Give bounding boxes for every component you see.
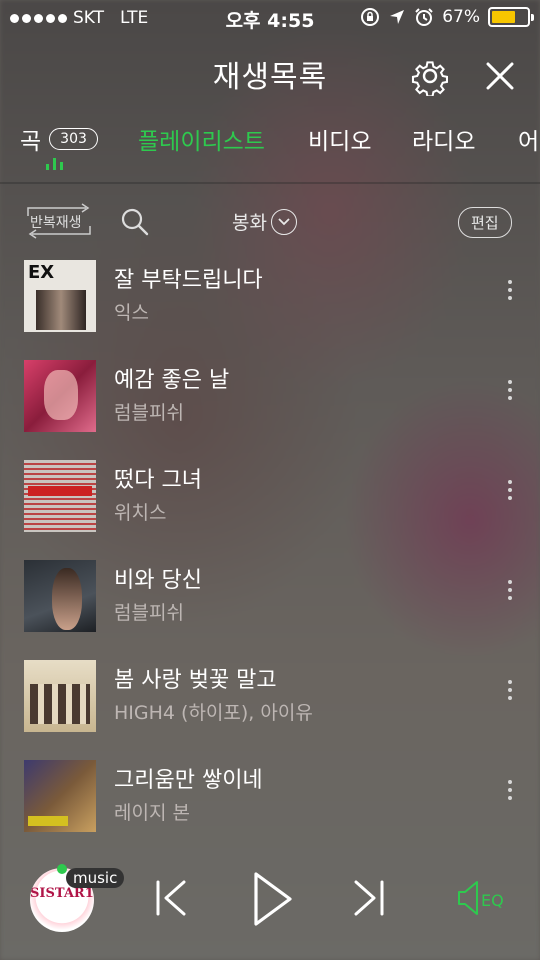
song-title: 비와 당신 (114, 568, 202, 593)
song-row[interactable]: 떴다 그녀 위치스 (0, 458, 540, 558)
cover-text: EX (28, 262, 55, 283)
tab-playlist[interactable]: 플레이리스트 (138, 122, 265, 156)
album-cover (24, 460, 96, 532)
tab-radio[interactable]: 라디오 (412, 122, 475, 156)
song-row[interactable]: 예감 좋은 날 럼블피쉬 (0, 358, 540, 458)
now-playing-eq-icon (46, 158, 63, 170)
song-title: 봄 사랑 벚꽃 말고 (114, 668, 277, 693)
album-cover (24, 360, 96, 432)
rotation-lock-icon (361, 8, 380, 26)
song-count-badge: 303 (49, 128, 98, 150)
song-title: 잘 부탁드립니다 (114, 268, 263, 293)
edit-button[interactable]: 편집 (458, 207, 512, 238)
sort-label: 봉화 (232, 212, 267, 234)
song-artist: 익스 (114, 302, 149, 324)
song-row[interactable]: EX 잘 부탁드립니다 익스 (0, 258, 540, 358)
song-artist: 럼블피쉬 (114, 602, 184, 624)
previous-track-icon[interactable] (150, 878, 190, 918)
song-artist: 레이지 본 (114, 802, 190, 824)
battery-percent: 67% (442, 7, 480, 27)
alarm-icon (415, 8, 433, 26)
repeat-label: 반복재생 (30, 215, 82, 231)
status-bar: SKT LTE 오후 4:55 67% (0, 0, 540, 36)
mini-player: SISTAR19 music EQ (0, 848, 540, 960)
song-title: 그리움만 쌓이네 (114, 768, 263, 793)
battery-level (492, 11, 515, 23)
eq-label: EQ (481, 891, 504, 910)
more-options-icon[interactable] (500, 580, 520, 610)
tab-video[interactable]: 비디오 (308, 122, 371, 156)
more-options-icon[interactable] (500, 680, 520, 710)
chevron-down-icon (270, 208, 297, 235)
song-row[interactable]: 비와 당신 럼블피쉬 (0, 558, 540, 658)
play-icon[interactable] (250, 870, 294, 928)
location-arrow-icon (390, 10, 405, 24)
song-artist: 럼블피쉬 (114, 402, 184, 424)
next-track-icon[interactable] (350, 878, 390, 918)
album-cover (24, 760, 96, 832)
more-options-icon[interactable] (500, 780, 520, 810)
song-row[interactable]: 그리움만 쌓이네 레이지 본 (0, 758, 540, 858)
playing-indicator (57, 864, 67, 874)
album-art-text: SISTAR19 (30, 886, 94, 901)
tab-songs-label: 곡 (20, 129, 42, 155)
music-badge: music (66, 868, 125, 888)
tab-songs[interactable]: 곡 303 (20, 122, 98, 156)
album-cover (24, 560, 96, 632)
battery-icon (488, 7, 534, 27)
album-cover: EX (24, 260, 96, 332)
more-options-icon[interactable] (500, 480, 520, 510)
page-title: 재생목록 (212, 60, 328, 95)
song-artist: HIGH4 (하이포), 아이유 (114, 702, 313, 724)
more-options-icon[interactable] (500, 280, 520, 310)
song-title: 떴다 그녀 (114, 468, 202, 493)
divider (0, 182, 540, 184)
gear-icon[interactable] (410, 56, 450, 96)
more-options-icon[interactable] (500, 380, 520, 410)
tab-bar: 곡 303 플레이리스트 비디오 라디오 어 (0, 116, 540, 176)
album-cover (24, 660, 96, 732)
tab-more-partial[interactable]: 어 (518, 122, 539, 156)
song-artist: 위치스 (114, 502, 167, 524)
eq-button[interactable]: EQ (455, 878, 515, 918)
song-title: 예감 좋은 날 (114, 368, 230, 393)
close-icon[interactable] (480, 56, 520, 96)
search-icon[interactable] (120, 207, 150, 237)
sort-dropdown[interactable]: 봉화 (232, 208, 297, 235)
song-row[interactable]: 봄 사랑 벚꽃 말고 HIGH4 (하이포), 아이유 (0, 658, 540, 758)
